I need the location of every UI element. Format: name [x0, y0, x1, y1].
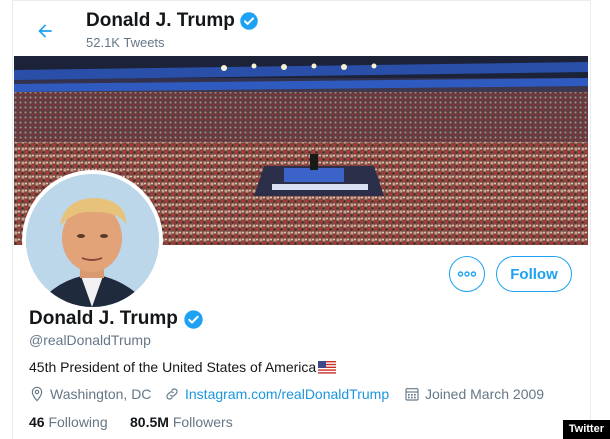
following-label: Following [48, 414, 108, 430]
profile-joined: Joined March 2009 [404, 386, 544, 402]
header-title: Donald J. Trump [86, 10, 259, 32]
followers-label: Followers [172, 414, 233, 430]
link-icon [166, 388, 178, 400]
profile-joined-text: Joined March 2009 [425, 386, 545, 402]
frame-left-border [12, 0, 13, 439]
source-credit: Twitter [562, 420, 610, 439]
profile-avatar[interactable] [22, 170, 163, 311]
verified-badge-icon [240, 12, 258, 30]
tweet-count: 52.1K Tweets [86, 35, 165, 50]
more-options-button[interactable] [449, 256, 485, 292]
us-flag-icon [318, 360, 337, 374]
following-stat[interactable]: 46 Following [29, 414, 108, 430]
header-name-text: Donald J. Trump [86, 10, 235, 31]
calendar-icon [405, 388, 419, 401]
verified-badge-icon [184, 309, 203, 329]
followers-stat[interactable]: 80.5M Followers [130, 414, 233, 430]
frame-right-border [590, 0, 591, 439]
profile-handle: @realDonaldTrump [29, 332, 151, 348]
back-arrow-icon [38, 24, 52, 38]
back-button[interactable] [30, 16, 60, 46]
profile-website: Instagram.com/realDonaldTrump [164, 386, 389, 402]
profile-location: Washington, DC [29, 386, 151, 402]
more-options-icon [457, 271, 477, 277]
profile-bio: 45th President of the United States of A… [29, 359, 337, 375]
profile-website-link[interactable]: Instagram.com/realDonaldTrump [185, 386, 389, 402]
profile-name: Donald J. Trump [29, 308, 204, 330]
followers-count: 80.5M [130, 414, 169, 430]
location-pin-icon [31, 386, 43, 402]
profile-location-text: Washington, DC [50, 386, 152, 402]
profile-name-text: Donald J. Trump [29, 308, 178, 329]
follow-button[interactable]: Follow [496, 256, 572, 292]
following-count: 46 [29, 414, 45, 430]
profile-bio-text: 45th President of the United States of A… [29, 359, 317, 375]
frame-top-border [12, 0, 591, 1]
